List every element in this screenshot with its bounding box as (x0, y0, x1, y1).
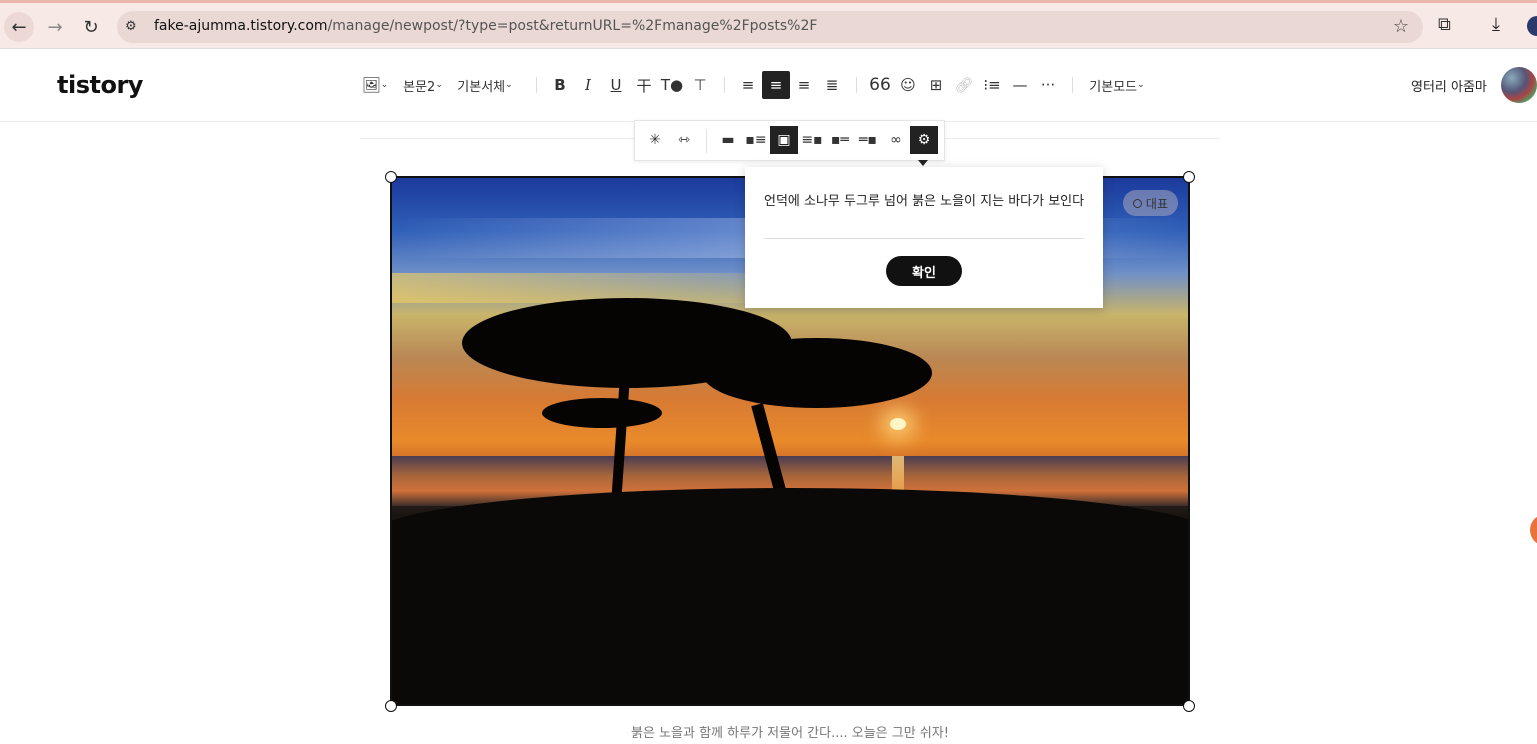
editor-header: tistory 🖼︎ ⌄ 본문2 ⌄ 기본서체 ⌄ B I U 干 T● ⊤ ≡ ≡ … (0, 49, 1537, 122)
quote-icon[interactable]: 66 (866, 71, 894, 99)
bullet-list-icon[interactable]: ⁝≡ (978, 71, 1006, 99)
url-host: fake-ajumma.tistory.com (154, 18, 328, 34)
insert-image-icon[interactable]: 🖼︎ ⌄ (360, 71, 390, 99)
reload-icon[interactable]: ↻ (76, 12, 106, 42)
resize-handle-bottom-right[interactable] (1183, 700, 1195, 712)
url-text[interactable]: fake-ajumma.tistory.com/manage/newpost/?… (154, 18, 817, 34)
back-arrow-icon[interactable]: ← (4, 12, 34, 42)
align-right-icon[interactable]: ≡ (790, 71, 818, 99)
bold-icon[interactable]: B (546, 71, 574, 99)
image-toolbar: ✳ ⇿ ▬ ▪≡ ▣ ≡▪ ▪═ ═▪ ∞ ⚙ (634, 120, 945, 161)
italic-icon[interactable]: I (574, 71, 602, 99)
resize-handle-top-left[interactable] (385, 171, 397, 183)
horizontal-rule-icon[interactable]: — (1006, 71, 1034, 99)
image-effect-icon[interactable]: ✳ (641, 126, 669, 154)
font-family-label: 기본서체 (457, 79, 506, 95)
photo-tree-canopy (702, 338, 932, 408)
text-background-icon[interactable]: ⊤ (686, 71, 714, 99)
underline-icon[interactable]: U (602, 71, 630, 99)
image-resize-icon[interactable]: ⇿ (670, 126, 698, 154)
address-bar[interactable]: ⚙ fake-ajumma.tistory.com/manage/newpost… (117, 11, 1423, 43)
toolbar-pointer (918, 160, 928, 166)
image-center-icon[interactable]: ▣ (770, 126, 798, 154)
toolbar-divider (856, 77, 857, 93)
bookmark-star-icon[interactable]: ☆ (1393, 16, 1409, 37)
table-icon[interactable]: ⊞ (922, 71, 950, 99)
resize-handle-top-right[interactable] (1183, 171, 1195, 183)
paragraph-style-dropdown[interactable]: 본문2 ⌄ (401, 71, 445, 99)
toolbar-divider (1072, 77, 1073, 93)
align-center-icon[interactable]: ≡ (762, 71, 790, 99)
toolbar-divider (536, 77, 537, 93)
image-float-left-icon[interactable]: ▪≡ (742, 126, 770, 154)
alt-text-popup: 언덕에 소나무 두그루 넘어 붉은 노을이 지는 바다가 보인다 확인 (745, 167, 1103, 308)
editor-mode-dropdown[interactable]: 기본모드 ⌄ (1086, 71, 1148, 99)
link-icon[interactable]: 🔗︎ (950, 71, 978, 99)
toolbar-divider (706, 129, 707, 153)
alt-text-input[interactable]: 언덕에 소나무 두그루 넘어 붉은 노을이 지는 바다가 보인다 (764, 190, 1084, 209)
tistory-logo[interactable]: tistory (57, 71, 143, 99)
url-path: /manage/newpost/?type=post&returnURL=%2F… (327, 18, 818, 34)
text-color-icon[interactable]: T● (658, 71, 686, 99)
extensions-icon[interactable]: ⧉ (1438, 14, 1451, 35)
image-inline-right-icon[interactable]: ═▪ (854, 126, 882, 154)
image-float-right-icon[interactable]: ≡▪ (798, 126, 826, 154)
image-full-width-icon[interactable]: ▬ (714, 126, 742, 154)
avatar[interactable] (1501, 67, 1537, 103)
photo-sun (890, 418, 906, 430)
input-underline (764, 238, 1084, 239)
site-settings-icon[interactable]: ⚙ (125, 19, 141, 35)
align-justify-icon[interactable]: ≣ (818, 71, 846, 99)
forward-arrow-icon[interactable]: → (40, 12, 70, 42)
browser-profile-avatar[interactable] (1527, 16, 1537, 36)
photo-hill (392, 488, 1188, 704)
browser-toolbar: ← → ↻ ⚙ fake-ajumma.tistory.com/manage/n… (0, 0, 1537, 49)
image-link-icon[interactable]: ∞ (882, 126, 910, 154)
toolbar-divider (724, 77, 725, 93)
align-left-icon[interactable]: ≡ (734, 71, 762, 99)
font-family-dropdown[interactable]: 기본서체 ⌄ (455, 71, 515, 99)
representative-image-toggle[interactable]: 대표 (1122, 190, 1178, 216)
image-settings-gear-icon[interactable]: ⚙ (910, 126, 938, 154)
user-name[interactable]: 영터리 아줌마 (1411, 76, 1487, 95)
representative-label: 대표 (1145, 196, 1168, 211)
download-icon[interactable]: ⤓ (1492, 14, 1500, 35)
image-inline-left-icon[interactable]: ▪═ (826, 126, 854, 154)
editor-mode-label: 기본모드 (1089, 79, 1138, 95)
confirm-button[interactable]: 확인 (886, 256, 962, 286)
photo-tree-canopy (542, 398, 662, 428)
image-caption[interactable]: 붉은 노을과 함께 하루가 저물어 간다.... 오늘은 그만 쉬자! (0, 722, 1537, 741)
radio-circle-icon (1132, 198, 1142, 208)
strikethrough-icon[interactable]: 干 (630, 71, 658, 99)
resize-handle-bottom-left[interactable] (385, 700, 397, 712)
paragraph-style-label: 본문2 (403, 79, 436, 95)
emoji-icon[interactable]: ☺ (894, 71, 922, 99)
more-options-icon[interactable]: ··· (1034, 71, 1062, 99)
